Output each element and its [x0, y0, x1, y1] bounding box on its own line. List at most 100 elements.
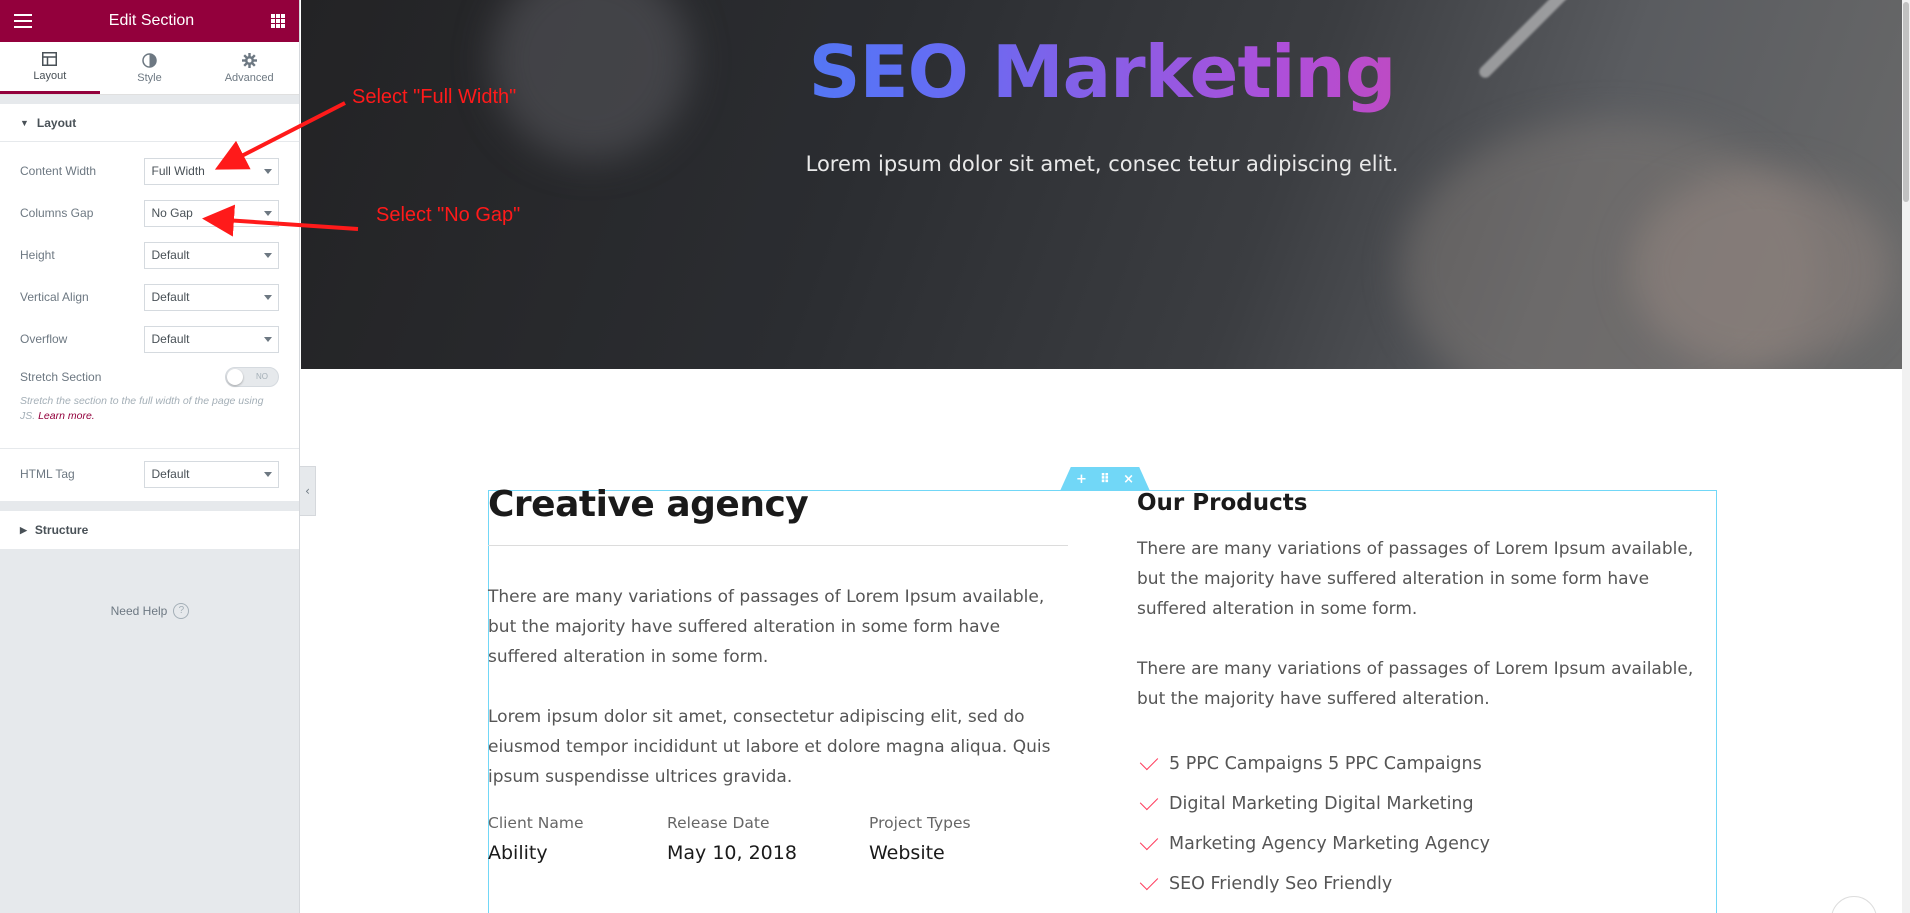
check-icon	[1139, 751, 1159, 771]
overflow-label: Overflow	[20, 332, 68, 346]
html-tag-value: Default	[151, 467, 190, 481]
release-date-label: Release Date	[667, 814, 770, 832]
structure-section: ▶ Structure	[0, 511, 299, 549]
project-types-value: Website	[869, 842, 945, 864]
heading-divider	[488, 545, 1068, 546]
annotation-no-gap: Select "No Gap"	[376, 204, 521, 226]
release-date-item: Release Date May 10, 2018	[667, 814, 869, 864]
list-item: 5 PPC Campaigns 5 PPC Campaigns	[1137, 744, 1717, 784]
collapse-panel-button[interactable]: ‹	[300, 466, 316, 516]
dropdown-arrow-icon	[264, 294, 272, 300]
section-handle: + ⠿ ×	[1060, 467, 1150, 491]
layout-section-title: Layout	[36, 115, 77, 130]
caret-right-icon: ▶	[20, 524, 27, 535]
columns-gap-select[interactable]: No Gap	[144, 199, 279, 227]
divider	[0, 448, 299, 449]
preview-scrollbar[interactable]	[1902, 0, 1910, 913]
add-section-icon[interactable]: +	[1076, 472, 1087, 487]
right-column[interactable]: Our Products There are many variations o…	[1137, 490, 1717, 904]
structure-section-toggle[interactable]: ▶ Structure	[0, 511, 299, 549]
annotation-full-width: Select "Full Width"	[352, 86, 517, 108]
delete-section-icon[interactable]: ×	[1123, 472, 1134, 487]
creative-agency-heading: Creative agency	[488, 484, 809, 525]
toggle-knob	[227, 369, 243, 385]
learn-more-link[interactable]: Learn more.	[38, 410, 95, 422]
half-circle-icon	[142, 53, 157, 69]
left-column[interactable]: Creative agency There are many variation…	[488, 484, 1068, 864]
tab-style[interactable]: Style	[100, 42, 200, 94]
vertical-align-value: Default	[151, 290, 190, 304]
client-name-item: Client Name Ability	[488, 814, 667, 864]
html-tag-control: HTML Tag Default	[0, 453, 299, 495]
editor-panel: Edit Section Layout Style Advanced ▼ Lay…	[0, 0, 300, 913]
list-item: SEO Friendly Seo Friendly	[1137, 864, 1717, 904]
tab-advanced-label: Advanced	[224, 71, 274, 84]
content-width-value: Full Width	[151, 164, 205, 178]
tab-layout[interactable]: Layout	[0, 42, 100, 94]
dropdown-arrow-icon	[264, 210, 272, 216]
height-value: Default	[151, 248, 190, 262]
feature-text: Digital Marketing Digital Marketing	[1169, 794, 1474, 814]
height-select[interactable]: Default	[144, 241, 279, 269]
vertical-align-label: Vertical Align	[20, 290, 89, 304]
left-paragraph-1: There are many variations of passages of…	[488, 587, 1045, 667]
stretch-section-description: Stretch the section to the full width of…	[0, 394, 299, 438]
page-preview: SEO Marketing Lorem ipsum dolor sit amet…	[301, 0, 1910, 913]
layout-section: ▼ Layout Content Width Full Width Column…	[0, 104, 299, 501]
layout-icon	[42, 51, 58, 67]
widgets-grid-icon[interactable]	[270, 14, 285, 28]
vertical-align-select[interactable]: Default	[144, 283, 279, 311]
need-help-link[interactable]: Need Help ?	[0, 603, 300, 619]
hero-background-shape	[1631, 170, 1891, 369]
question-circle-icon: ?	[173, 603, 190, 619]
feature-text: Marketing Agency Marketing Agency	[1169, 834, 1490, 854]
back-to-top-button[interactable]	[1831, 896, 1877, 913]
columns-gap-value: No Gap	[151, 206, 193, 220]
content-width-select[interactable]: Full Width	[144, 157, 279, 185]
scrollbar-thumb[interactable]	[1903, 2, 1909, 202]
dropdown-arrow-icon	[264, 471, 272, 477]
toggle-no-label: NO	[256, 372, 268, 381]
overflow-value: Default	[151, 332, 190, 346]
hero-title: SEO Marketing	[301, 30, 1903, 114]
dropdown-arrow-icon	[264, 336, 272, 342]
html-tag-select[interactable]: Default	[144, 460, 279, 488]
gear-icon	[241, 53, 257, 69]
columns-gap-control: Columns Gap No Gap	[0, 192, 299, 234]
client-name-value: Ability	[488, 842, 548, 864]
height-label: Height	[20, 248, 55, 262]
panel-header: Edit Section	[0, 0, 299, 42]
our-products-heading: Our Products	[1137, 490, 1308, 516]
need-help-label: Need Help	[110, 604, 168, 618]
left-paragraph-2: Lorem ipsum dolor sit amet, consectetur …	[488, 707, 1051, 787]
hero-section[interactable]: SEO Marketing Lorem ipsum dolor sit amet…	[301, 0, 1903, 369]
panel-title: Edit Section	[108, 12, 195, 29]
content-width-control: Content Width Full Width	[0, 150, 299, 192]
drag-section-icon[interactable]: ⠿	[1100, 472, 1110, 487]
check-icon	[1139, 871, 1159, 891]
menu-icon[interactable]	[14, 14, 32, 28]
stretch-section-label: Stretch Section	[20, 370, 102, 384]
tab-style-label: Style	[137, 71, 162, 84]
release-date-value: May 10, 2018	[667, 842, 797, 864]
hero-subtitle: Lorem ipsum dolor sit amet, consec tetur…	[805, 152, 1399, 176]
structure-section-title: Structure	[34, 523, 89, 537]
project-meta: Client Name Ability Release Date May 10,…	[488, 814, 1068, 864]
columns-gap-label: Columns Gap	[20, 206, 94, 220]
overflow-control: Overflow Default	[0, 318, 299, 360]
content-width-label: Content Width	[20, 164, 97, 178]
html-tag-label: HTML Tag	[20, 467, 75, 481]
list-item: Digital Marketing Digital Marketing	[1137, 784, 1717, 824]
height-control: Height Default	[0, 234, 299, 276]
tab-advanced[interactable]: Advanced	[199, 42, 299, 94]
overflow-select[interactable]: Default	[144, 325, 279, 353]
stretch-section-toggle[interactable]: NO	[225, 367, 279, 387]
feature-list: 5 PPC Campaigns 5 PPC Campaigns Digital …	[1137, 744, 1717, 904]
panel-tabs: Layout Style Advanced	[0, 42, 299, 95]
chevron-left-icon: ‹	[305, 484, 310, 498]
check-icon	[1139, 791, 1159, 811]
dropdown-arrow-icon	[264, 168, 272, 174]
client-name-label: Client Name	[488, 814, 584, 832]
feature-text: SEO Friendly Seo Friendly	[1169, 874, 1393, 894]
layout-section-toggle[interactable]: ▼ Layout	[0, 104, 299, 142]
